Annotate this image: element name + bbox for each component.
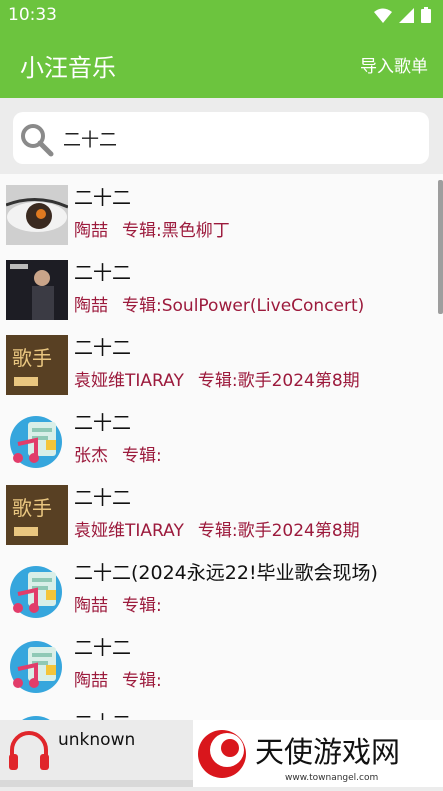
song-title: 二十二 bbox=[74, 187, 132, 209]
song-meta: 陶喆 专辑: bbox=[74, 666, 162, 691]
song-row[interactable]: 歌手 二十二袁娅维TIARAY 专辑:歌手2024第8期 bbox=[0, 324, 443, 400]
song-title: 二十二 bbox=[74, 487, 132, 509]
song-meta: 袁娅维TIARAY 专辑:歌手2024第8期 bbox=[74, 366, 360, 391]
search-box bbox=[13, 112, 429, 164]
song-row[interactable]: 二十二 bbox=[0, 699, 443, 720]
bottom-divider bbox=[0, 780, 193, 787]
song-title: 二十二 bbox=[74, 262, 132, 284]
song-row[interactable]: 歌手 二十二袁娅维TIARAY 专辑:歌手2024第8期 bbox=[0, 474, 443, 550]
song-title: 二十二 bbox=[74, 337, 132, 359]
song-meta: 陶喆 专辑: bbox=[74, 591, 162, 616]
svg-text:www.townangel.com: www.townangel.com bbox=[285, 773, 378, 783]
song-row[interactable]: 二十二陶喆 专辑:SoulPower(LiveConcert) bbox=[0, 249, 443, 325]
wifi-icon bbox=[374, 8, 392, 23]
album-art: 歌手 bbox=[6, 485, 68, 545]
watermark-logo: 天使游戏网 www.townangel.com bbox=[198, 730, 400, 783]
search-icon[interactable] bbox=[19, 122, 55, 158]
now-playing-title: unknown bbox=[58, 730, 136, 750]
search-area bbox=[0, 98, 443, 174]
status-time: 10:33 bbox=[8, 5, 57, 25]
svg-text:歌手: 歌手 bbox=[12, 496, 52, 520]
album-art bbox=[6, 260, 68, 320]
song-album: 专辑: bbox=[122, 671, 162, 691]
headphones-icon bbox=[9, 731, 49, 770]
song-title: 二十二(2024永远22!毕业歌会现场) bbox=[74, 562, 378, 584]
search-input[interactable] bbox=[61, 122, 415, 156]
song-row[interactable]: 二十二陶喆 专辑: bbox=[0, 624, 443, 700]
song-list: 二十二 陶喆 专辑:黑色柳丁 二十二 陶喆 专辑:SoulPower(LiveConcer… bbox=[0, 174, 443, 720]
song-meta: 陶喆 专辑:SoulPower(LiveConcert) bbox=[74, 291, 364, 316]
song-row[interactable]: 二十二陶喆 专辑:黑色柳丁 bbox=[0, 174, 443, 250]
song-meta: 袁娅维TIARAY 专辑:歌手2024第8期 bbox=[74, 516, 360, 541]
song-album: 专辑:歌手2024第8期 bbox=[197, 371, 360, 391]
watermark: 天使游戏网 www.townangel.com bbox=[193, 720, 443, 787]
song-artist: 陶喆 bbox=[74, 671, 108, 691]
song-album: 专辑: bbox=[122, 596, 162, 616]
svg-text:天使游戏网: 天使游戏网 bbox=[255, 735, 400, 769]
battery-icon bbox=[421, 7, 431, 23]
album-art: 歌手 bbox=[6, 335, 68, 395]
song-artist: 袁娅维TIARAY bbox=[74, 521, 184, 541]
album-art bbox=[6, 560, 68, 620]
song-artist: 陶喆 bbox=[74, 596, 108, 616]
song-meta: 张杰 专辑: bbox=[74, 441, 162, 466]
song-row[interactable]: 二十二(2024永远22!毕业歌会现场) 陶喆 专辑: bbox=[0, 549, 443, 625]
song-title: 二十二 bbox=[74, 637, 132, 659]
song-title: 二十二 bbox=[74, 708, 131, 720]
signal-icon bbox=[399, 7, 414, 23]
mini-player[interactable]: unknown bbox=[0, 720, 193, 780]
scrollbar[interactable] bbox=[438, 180, 443, 314]
album-art bbox=[6, 635, 68, 695]
app-bar: 小汪音乐 导入歌单 bbox=[0, 30, 443, 98]
album-art bbox=[6, 185, 68, 245]
app-title: 小汪音乐 bbox=[20, 54, 116, 82]
song-meta: 陶喆 专辑:黑色柳丁 bbox=[74, 216, 230, 241]
song-artist: 袁娅维TIARAY bbox=[74, 371, 184, 391]
song-album: 专辑:SoulPower(LiveConcert) bbox=[122, 296, 365, 316]
svg-text:歌手: 歌手 bbox=[12, 346, 52, 370]
album-art bbox=[6, 710, 68, 720]
status-icons bbox=[374, 7, 431, 23]
album-art bbox=[6, 410, 68, 470]
song-album: 专辑:黑色柳丁 bbox=[122, 221, 230, 241]
song-title: 二十二 bbox=[74, 412, 132, 434]
song-row[interactable]: 二十二张杰 专辑: bbox=[0, 399, 443, 475]
song-artist: 陶喆 bbox=[74, 296, 108, 316]
song-artist: 陶喆 bbox=[74, 221, 108, 241]
status-bar: 10:33 bbox=[0, 0, 443, 30]
import-playlist-button[interactable]: 导入歌单 bbox=[360, 52, 428, 77]
song-album: 专辑: bbox=[122, 446, 162, 466]
song-artist: 张杰 bbox=[74, 446, 108, 466]
song-album: 专辑:歌手2024第8期 bbox=[197, 521, 360, 541]
